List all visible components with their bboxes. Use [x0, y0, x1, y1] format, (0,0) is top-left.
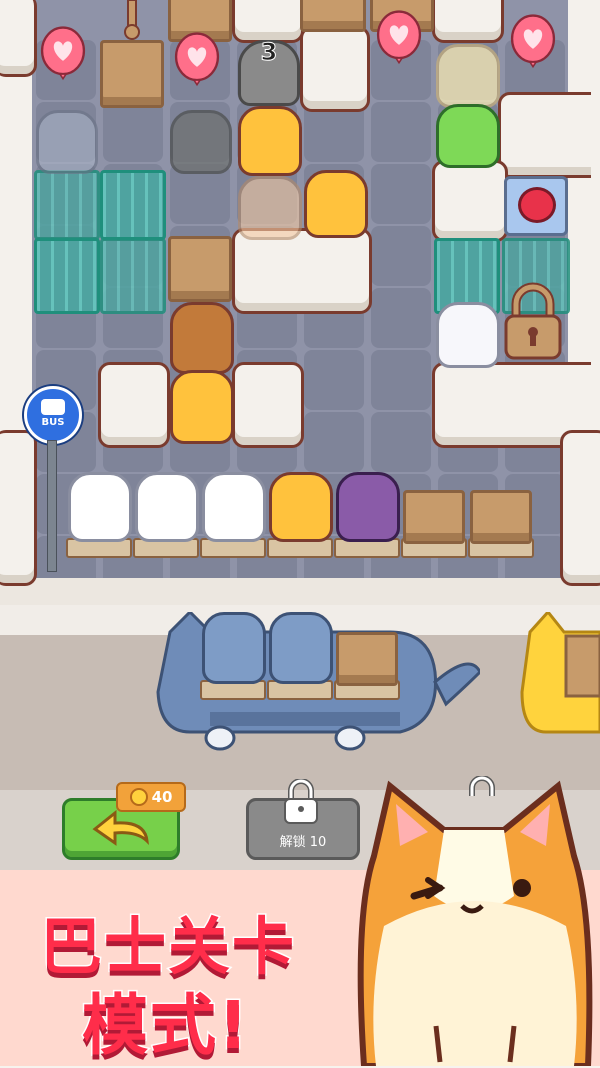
- floor-tile: [304, 350, 364, 410]
- cardboard-box: [300, 0, 366, 32]
- bus-icon: [41, 399, 65, 415]
- wall-block: [232, 228, 372, 314]
- wall-block: [432, 0, 504, 43]
- wall-block: [0, 430, 37, 586]
- wall-block: [432, 160, 508, 242]
- cat-faded-dark: [170, 110, 232, 174]
- undo-cost: 40: [151, 788, 173, 806]
- bus-stop-sign: BUS: [24, 386, 82, 444]
- floor-tile: [371, 288, 431, 348]
- wall-block: [232, 0, 304, 43]
- cat-faded-yellow: [436, 44, 500, 108]
- board-floor-edge: [0, 578, 600, 608]
- cat-cage: [34, 238, 100, 314]
- floor-tile: [371, 350, 431, 410]
- unlock-label: 解锁 10: [279, 835, 327, 850]
- mascot-cat: [357, 780, 593, 1066]
- cat-green[interactable]: [436, 104, 500, 168]
- heart-balloon[interactable]: [34, 26, 92, 88]
- cat-cage: [100, 238, 166, 314]
- empty-queue-box: [470, 490, 532, 544]
- wall-block: [98, 362, 170, 448]
- cat-cage: [34, 170, 100, 240]
- switch-tile: [504, 176, 568, 236]
- wall-block: [0, 0, 37, 77]
- padlock-icon: [504, 282, 562, 360]
- cat-faded-calico: [238, 176, 302, 240]
- floor-tile: [371, 102, 431, 162]
- cat-cage: [100, 170, 166, 240]
- bus-stop-pole: [47, 440, 57, 572]
- queued-cat-purple: [336, 472, 400, 542]
- bus-stop-label: BUS: [41, 417, 65, 428]
- wall-block: [560, 430, 600, 586]
- undo-cost-badge: 40: [116, 782, 186, 812]
- floor-tile: [371, 226, 431, 286]
- heart-balloon[interactable]: [168, 32, 226, 94]
- floor-tile: [371, 412, 431, 472]
- lock-icon: [284, 779, 318, 824]
- red-button-icon[interactable]: [518, 187, 556, 223]
- coin-icon: [129, 788, 148, 806]
- cat-orange[interactable]: [304, 170, 368, 238]
- cat-orange[interactable]: [170, 370, 234, 444]
- key-icon: [124, 0, 140, 40]
- wall-block: [300, 26, 370, 112]
- floor-tile: [304, 412, 364, 472]
- floor-tile: [103, 102, 163, 162]
- empty-queue-box: [403, 490, 465, 544]
- queued-cat-white: [68, 472, 132, 542]
- cardboard-box: [100, 40, 164, 108]
- queued-cat-white: [135, 472, 199, 542]
- queued-cat-white: [202, 472, 266, 542]
- bus-cat-gray-tabby: [269, 612, 333, 684]
- unlock-slot-button[interactable]: 解锁 10: [246, 779, 360, 860]
- cat-white[interactable]: [436, 302, 500, 368]
- floor-tile: [371, 164, 431, 224]
- cardboard-box: [168, 236, 232, 302]
- countdown-number: 3: [260, 38, 278, 67]
- heart-balloon[interactable]: [370, 10, 428, 72]
- bus-cat-gray-tabby: [202, 612, 266, 684]
- cat-faded-gray: [36, 110, 98, 174]
- cat-calico[interactable]: [170, 302, 234, 374]
- wall-block: [498, 92, 591, 178]
- empty-bus-seat-box: [336, 632, 398, 686]
- cat-orange[interactable]: [238, 106, 302, 176]
- heart-balloon[interactable]: [504, 14, 562, 76]
- queued-cat-orange: [269, 472, 333, 542]
- promo-title-line2: 模式!: [80, 986, 251, 1066]
- wall-block: [232, 362, 304, 448]
- next-bus: [520, 612, 600, 734]
